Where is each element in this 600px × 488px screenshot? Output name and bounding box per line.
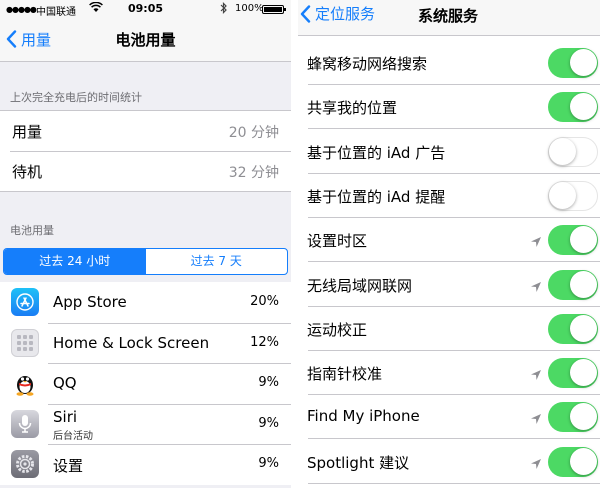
setting-row: 共享我的位置 [298, 85, 600, 130]
setting-label: Spotlight 建议 [307, 453, 410, 472]
setting-row: 基于位置的 iAd 广告 [298, 130, 600, 174]
app-percent: 9% [258, 456, 279, 471]
toggle-knob [570, 226, 597, 254]
list-item: Siri 后台活动 9% [0, 403, 291, 445]
setting-row: 无线局域网联网 [298, 263, 600, 307]
setting-row: 指南针校准 [298, 351, 600, 396]
setting-row: 基于位置的 iAd 提醒 [298, 174, 600, 218]
toggle-knob [549, 137, 576, 165]
toggle-switch[interactable] [548, 136, 598, 167]
toggle-knob [570, 403, 597, 431]
stats-value: 20 分钟 [228, 125, 279, 141]
list-item: App Store 20% [0, 282, 291, 323]
setting-label: 运动校正 [307, 320, 368, 339]
toggle-switch[interactable] [548, 225, 598, 256]
app-subtitle: 后台活动 [53, 430, 93, 442]
setting-label: 共享我的位置 [307, 99, 398, 118]
settings-gear-icon [11, 450, 39, 478]
page-title: 电池用量 [115, 31, 176, 49]
list-item: 设置 9% [0, 444, 291, 485]
wifi-icon [89, 1, 103, 16]
battery-icon [262, 5, 286, 14]
back-button[interactable]: 定位服务 [300, 3, 375, 24]
stats-label: 用量 [12, 123, 43, 141]
app-percent: 9% [258, 415, 279, 431]
toggle-knob [570, 49, 597, 76]
app-name: Siri [53, 407, 78, 426]
list-item: Home & Lock Screen 12% [0, 322, 291, 364]
toggle-switch[interactable] [548, 313, 598, 344]
clock-time: 09:05 [128, 2, 164, 15]
location-arrow-icon [530, 455, 542, 469]
siri-icon [11, 409, 39, 438]
toggle-switch[interactable] [548, 358, 598, 389]
setting-row: 运动校正 [298, 307, 600, 351]
toggle-knob [570, 314, 597, 342]
location-arrow-icon [530, 278, 542, 292]
panel-divider [291, 0, 298, 488]
home-lock-screen-icon [11, 328, 39, 357]
location-arrow-icon [530, 410, 542, 425]
setting-label: Find My iPhone [307, 407, 420, 426]
system-services-screen: 定位服务 系统服务 蜂窝移动网络搜索 共享我的位置基于位置的 iAd 广告 基于位置… [298, 0, 600, 488]
setting-row: 蜂窝移动网络搜索 [298, 41, 600, 85]
toggle-switch[interactable] [548, 92, 598, 123]
navigation-bar: 定位服务 系统服务 [298, 0, 600, 36]
app-name: Home & Lock Screen [53, 333, 210, 352]
toggle-switch[interactable] [548, 402, 598, 433]
app-percent: 12% [250, 334, 279, 350]
toggle-switch[interactable] [548, 180, 598, 211]
segment-last-7-days[interactable]: 过去 7 天 [146, 249, 288, 274]
carrier-name: 中国联通 [36, 7, 76, 18]
setting-row: 设置时区 [298, 218, 600, 263]
toggle-knob [549, 181, 576, 209]
setting-label: 指南针校准 [307, 365, 383, 384]
signal-strength-icon: ●●●●● [6, 5, 37, 14]
toggle-switch[interactable] [548, 269, 598, 300]
app-name: App Store [53, 293, 127, 311]
section-header-stats: 上次完全充电后的时间统计 [10, 91, 142, 104]
app-percent: 9% [258, 375, 279, 390]
setting-row: Find My iPhone [298, 395, 600, 440]
section-header-usage: 电池用量 [10, 224, 54, 237]
chevron-left-icon [300, 4, 311, 23]
setting-label: 蜂窝移动网络搜索 [307, 55, 428, 73]
toggle-knob [570, 270, 597, 298]
location-arrow-icon [530, 366, 542, 381]
time-range-segmented-control: 过去 24 小时 过去 7 天 [3, 248, 288, 275]
toggle-knob [570, 359, 597, 387]
stats-row-usage: 用量 20 分钟 [0, 111, 291, 151]
stats-value: 32 分钟 [228, 165, 279, 181]
toggle-switch[interactable] [548, 48, 598, 78]
app-name: QQ [53, 374, 77, 392]
back-button-label: 定位服务 [315, 5, 376, 23]
toggle-switch[interactable] [548, 446, 598, 477]
stats-label: 待机 [12, 163, 43, 181]
setting-label: 设置时区 [307, 232, 368, 251]
qq-icon [11, 369, 39, 397]
app-name: 设置 [53, 457, 84, 475]
segment-last-24-hours[interactable]: 过去 24 小时 [4, 249, 146, 274]
setting-label: 基于位置的 iAd 提醒 [307, 187, 446, 206]
battery-usage-screen: ●●●●● 中国联通 09:05 100% 用量 电池用量 上次完全充电后的时间… [0, 0, 291, 488]
stats-group: 用量 20 分钟 待机 32 分钟 [0, 110, 291, 192]
bluetooth-icon [220, 2, 228, 17]
setting-label: 基于位置的 iAd 广告 [307, 143, 446, 162]
setting-row: Spotlight 建议 [298, 440, 600, 484]
setting-label: 无线局域网联网 [307, 276, 413, 295]
app-percent: 20% [250, 294, 279, 309]
stats-row-standby: 待机 32 分钟 [0, 151, 291, 191]
status-bar: ●●●●● 中国联通 09:05 100% [0, 0, 291, 18]
battery-percent: 100% [235, 3, 264, 14]
navigation-bar: 用量 电池用量 [0, 18, 291, 62]
toggle-knob [570, 447, 597, 475]
app-usage-list: App Store 20% Home & Lock Screen 12% QQ … [0, 282, 291, 485]
list-item: QQ 9% [0, 363, 291, 404]
toggle-knob [570, 93, 597, 121]
location-arrow-icon [530, 233, 542, 248]
page-title: 系统服务 [418, 7, 479, 25]
app-store-icon [11, 288, 39, 316]
